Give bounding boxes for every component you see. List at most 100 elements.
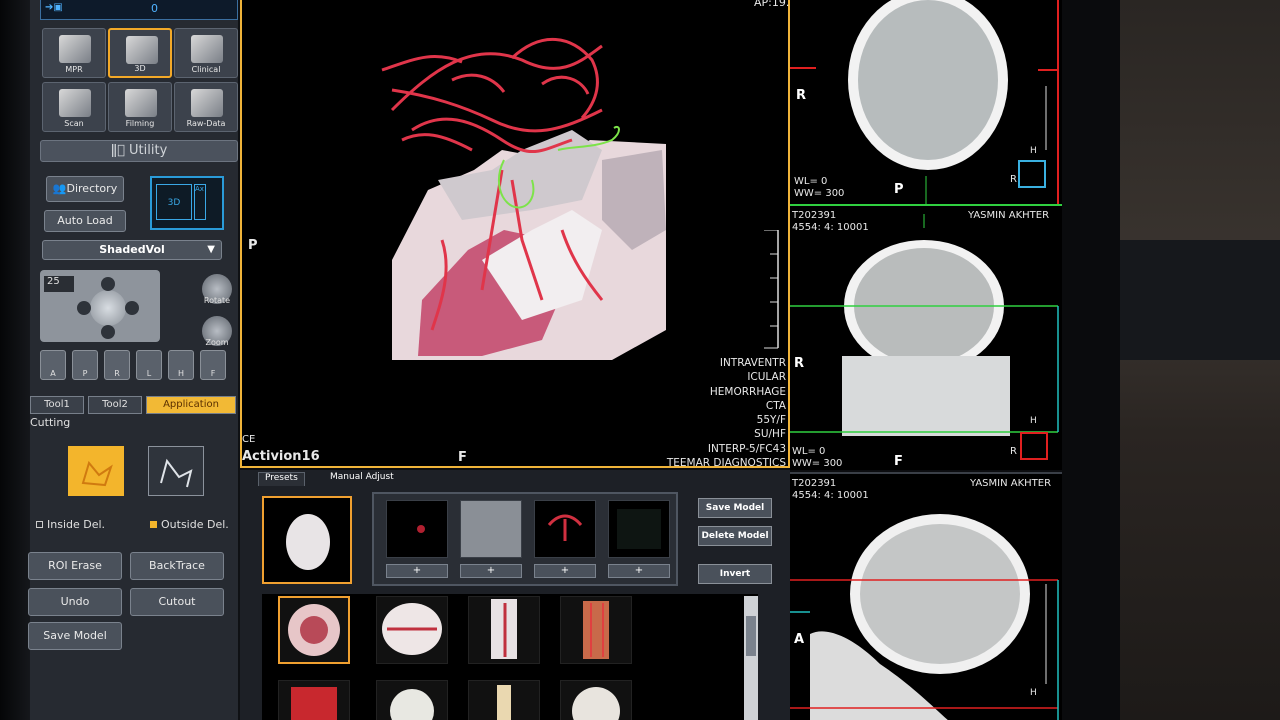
clinical-icon xyxy=(191,35,223,63)
institution-label: TEEMAR DIAGNOSTICS xyxy=(666,457,786,470)
undo-button[interactable]: Undo xyxy=(28,588,122,616)
render-mode-dropdown[interactable]: ShadedVol ▼ xyxy=(42,240,222,260)
gallery-item[interactable] xyxy=(278,596,350,664)
coronal-id: T202391 xyxy=(792,210,837,221)
gallery-item[interactable] xyxy=(376,596,448,664)
gallery-item[interactable] xyxy=(468,680,540,720)
mpr-icon xyxy=(59,35,91,63)
preset-preview xyxy=(497,685,511,720)
inside-del-checkbox[interactable]: Inside Del. xyxy=(36,518,105,531)
preset-save-model-button[interactable]: Save Model xyxy=(698,498,772,518)
cut-freehand-tool[interactable] xyxy=(68,446,124,496)
mode-label: Clinical xyxy=(191,65,221,74)
mode-button-raw-data[interactable]: Raw-Data xyxy=(174,82,238,132)
invert-button[interactable]: Invert xyxy=(698,564,772,584)
roi-erase-button[interactable]: ROI Erase xyxy=(28,552,122,580)
zoom-label: Zoom xyxy=(205,338,229,347)
current-preset-thumbnail[interactable] xyxy=(262,496,352,584)
sagittal-ct-image xyxy=(790,514,1059,720)
sagittal-id: T202391 xyxy=(792,478,837,489)
preset-preview xyxy=(491,599,517,659)
directory-button[interactable]: 👥Directory xyxy=(46,176,124,202)
coronal-wl: WL= 0 xyxy=(792,446,826,457)
mode-button-filming[interactable]: Filming xyxy=(108,82,172,132)
outside-del-label: Outside Del. xyxy=(161,518,229,531)
sagittal-meta: 4554: 4: 10001 xyxy=(792,490,869,501)
orient-button-p[interactable]: P xyxy=(72,350,98,380)
mode-label: MPR xyxy=(65,65,83,74)
gallery-item[interactable] xyxy=(468,596,540,664)
top-status-field[interactable]: ➔▣ 0 xyxy=(40,0,238,20)
scrollbar-thumb[interactable] xyxy=(746,616,756,656)
gallery-item[interactable] xyxy=(560,596,632,664)
tab-tool1[interactable]: Tool1 xyxy=(30,396,84,414)
axial-ww: WW= 300 xyxy=(794,188,845,199)
tab-application[interactable]: Application xyxy=(146,396,236,414)
axial-orient-corner: R xyxy=(1010,174,1017,185)
preset-preview xyxy=(382,603,442,655)
delete-model-button[interactable]: Delete Model xyxy=(698,526,772,546)
tab-manual-adjust[interactable]: Manual Adjust xyxy=(324,472,400,486)
people-icon: 👥 xyxy=(52,182,67,195)
gallery-scrollbar[interactable] xyxy=(744,596,758,720)
directory-label: Directory xyxy=(66,182,118,195)
orient-button-r[interactable]: R xyxy=(104,350,130,380)
mode-button-mpr[interactable]: MPR xyxy=(42,28,106,78)
auto-load-button[interactable]: Auto Load xyxy=(44,210,126,232)
orient-button-l[interactable]: L xyxy=(136,350,162,380)
add-preset-button[interactable]: + xyxy=(460,564,522,578)
study-info: INTRAVENTR ICULAR HEMORRHAGE CTA 55Y/F S… xyxy=(667,356,786,470)
checkbox-box xyxy=(36,521,43,528)
preset-slot-4[interactable] xyxy=(608,500,670,558)
axial-viewport[interactable]: R P WL= 0 WW= 300 R H xyxy=(790,0,1062,204)
cut-polygon-tool[interactable] xyxy=(148,446,204,496)
orient-button-h[interactable]: H xyxy=(168,350,194,380)
preset-slot-2[interactable] xyxy=(460,500,522,558)
backtrace-button[interactable]: BackTrace xyxy=(130,552,224,580)
orient-button-a[interactable]: A xyxy=(40,350,66,380)
coronal-ct-image xyxy=(790,214,1059,436)
gallery-item[interactable] xyxy=(560,680,632,720)
3d-viewport[interactable]: AP:19.0 P F CE Activion16 INTRAVENTR ICU… xyxy=(240,0,796,470)
preset-slot-1[interactable] xyxy=(386,500,448,558)
monitor-bezel xyxy=(0,0,30,720)
mode-button-clinical[interactable]: Clinical xyxy=(174,28,238,78)
tool-tabs: Tool1 Tool2 Application xyxy=(30,396,238,414)
orient-button-f[interactable]: F xyxy=(200,350,226,380)
view-selector[interactable]: 3D Ax xyxy=(150,176,224,230)
sagittal-viewport[interactable]: T202391 4554: 4: 10001 YASMIN AKHTER A H xyxy=(790,472,1062,720)
save-model-button[interactable]: Save Model xyxy=(28,622,122,650)
background-wall xyxy=(1120,0,1280,720)
arrow-icons xyxy=(77,277,139,339)
tab-presets[interactable]: Presets xyxy=(258,472,305,486)
view-selector-side[interactable]: Ax xyxy=(194,184,206,220)
polygon-cut-icon xyxy=(160,458,193,488)
rotate-label: Rotate xyxy=(203,296,231,305)
coronal-patient-name: YASMIN AKHTER xyxy=(968,210,1050,221)
gallery-item[interactable] xyxy=(278,680,350,720)
checkbox-box xyxy=(150,521,157,528)
coronal-viewport[interactable]: T202391 4554: 4: 10001 YASMIN AKHTER R W… xyxy=(790,204,1062,470)
study-info-line: ICULAR xyxy=(747,371,786,384)
chevron-down-icon: ▼ xyxy=(207,244,215,255)
preset-slot-3[interactable] xyxy=(534,500,596,558)
axial-orient-left: R xyxy=(796,88,807,103)
preset-preview xyxy=(291,687,337,720)
mode-label: 3D xyxy=(134,64,146,73)
add-preset-button[interactable]: + xyxy=(534,564,596,578)
top-field-value: 0 xyxy=(151,2,158,15)
add-preset-button[interactable]: + xyxy=(608,564,670,578)
axial-cube-label: H xyxy=(1030,146,1037,156)
zoom-button[interactable]: Zoom xyxy=(202,316,232,347)
navigation-pad[interactable]: 25 xyxy=(40,270,160,342)
add-preset-button[interactable]: + xyxy=(386,564,448,578)
outside-del-checkbox[interactable]: Outside Del. xyxy=(150,518,229,531)
gallery-item[interactable] xyxy=(376,680,448,720)
mode-button-3d[interactable]: 3D xyxy=(108,28,172,78)
tab-tool2[interactable]: Tool2 xyxy=(88,396,142,414)
mode-button-scan[interactable]: Scan xyxy=(42,82,106,132)
cutout-button[interactable]: Cutout xyxy=(130,588,224,616)
view-selector-3d[interactable]: 3D xyxy=(156,184,192,220)
utility-bar[interactable]: ǁ⃥ Utility xyxy=(40,140,238,162)
rotate-button[interactable]: Rotate xyxy=(202,274,232,305)
